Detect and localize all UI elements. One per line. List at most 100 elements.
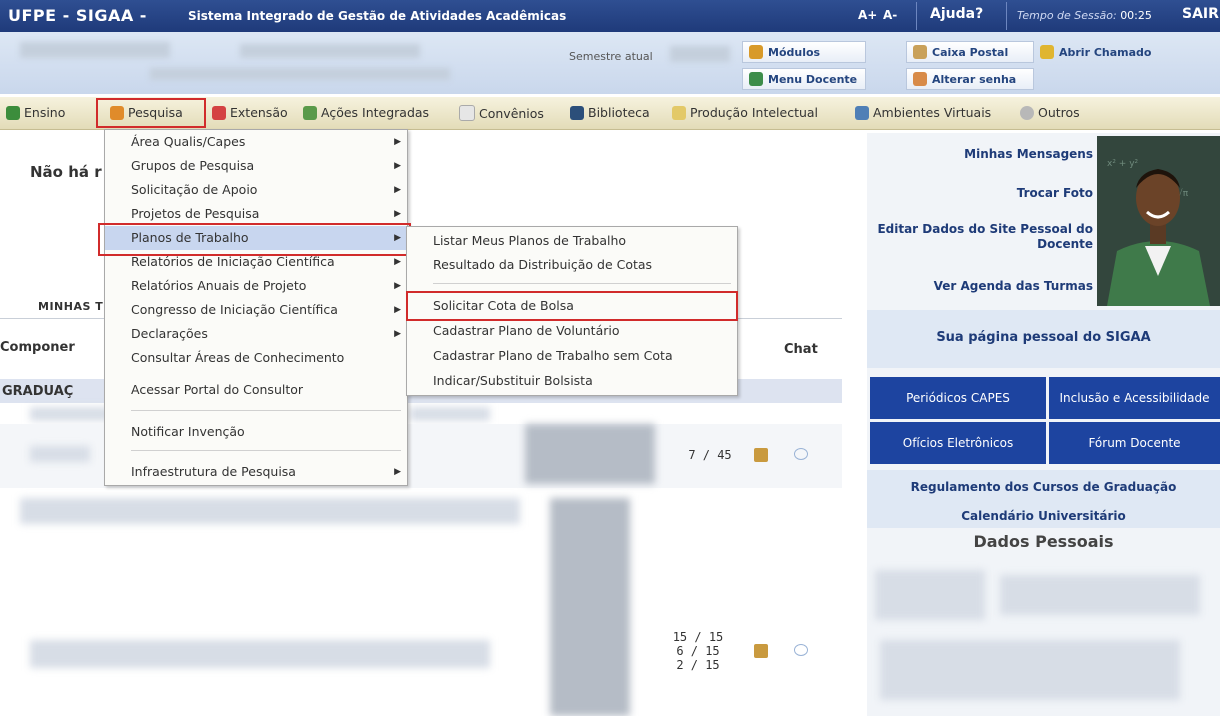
menu-convenios-label: Convênios xyxy=(479,105,544,121)
submenu-item-cadastrar-sem-cota[interactable]: Cadastrar Plano de Trabalho sem Cota xyxy=(407,344,737,368)
title-separator xyxy=(1006,2,1007,30)
biblioteca-icon xyxy=(570,105,584,120)
menu-item-solicitacao-apoio[interactable]: Solicitação de Apoio ▶ xyxy=(105,178,407,202)
blurred-cell xyxy=(30,407,110,421)
periodicos-capes-tile[interactable]: Periódicos CAPES xyxy=(870,377,1046,419)
oficios-eletronicos-tile[interactable]: Ofícios Eletrônicos xyxy=(870,422,1046,464)
profile-photo: x² + y² √π xyxy=(1097,136,1220,306)
menu-producao-intelectual-label: Produção Intelectual xyxy=(690,105,819,120)
ver-agenda-link[interactable]: Ver Agenda das Turmas xyxy=(868,279,1093,293)
chat-bubble-icon[interactable] xyxy=(794,644,808,656)
extensao-icon xyxy=(212,105,226,120)
menu-item-consultar-areas[interactable]: Consultar Áreas de Conhecimento xyxy=(105,346,407,370)
submenu-item-resultado-distribuicao[interactable]: Resultado da Distribuição de Cotas xyxy=(407,253,737,277)
menu-convenios[interactable]: Convênios xyxy=(459,105,544,121)
pagina-pessoal-link[interactable]: Sua página pessoal do SIGAA xyxy=(867,330,1220,345)
menu-extensao[interactable]: Extensão xyxy=(212,105,288,120)
row-count: 7 / 45 xyxy=(688,448,732,462)
menu-biblioteca-label: Biblioteca xyxy=(588,105,650,120)
menu-item-infraestrutura[interactable]: Infraestrutura de Pesquisa ▶ xyxy=(105,460,407,484)
menu-ensino-label: Ensino xyxy=(24,105,66,120)
flag-icon[interactable] xyxy=(754,448,768,462)
caixa-postal-label: Caixa Postal xyxy=(932,45,1009,59)
inclusao-acessibilidade-tile[interactable]: Inclusão e Acessibilidade xyxy=(1049,377,1220,419)
modulos-button[interactable]: Módulos xyxy=(742,41,866,63)
menu-item-relatorios-anuais[interactable]: Relatórios Anuais de Projeto ▶ xyxy=(105,274,407,298)
section-graduacao-label: GRADUAÇ xyxy=(2,384,74,399)
submenu-item-label: Resultado da Distribuição de Cotas xyxy=(433,257,653,272)
menu-item-portal-consultor[interactable]: Acessar Portal do Consultor xyxy=(105,378,407,402)
menu-producao-intelectual[interactable]: Produção Intelectual xyxy=(672,105,818,120)
menu-acoes-integradas[interactable]: Ações Integradas xyxy=(303,105,429,120)
session-label: Tempo de Sessão: xyxy=(1017,9,1117,22)
chevron-right-icon: ▶ xyxy=(394,161,401,171)
menu-item-label: Acessar Portal do Consultor xyxy=(131,382,304,397)
menu-divider xyxy=(131,410,401,411)
chevron-right-icon: ▶ xyxy=(394,467,401,477)
producao-intelectual-icon xyxy=(672,105,686,120)
minhas-mensagens-link[interactable]: Minhas Mensagens xyxy=(868,147,1093,161)
blurred-cell xyxy=(410,407,490,421)
flag-icon[interactable] xyxy=(754,644,768,658)
chevron-right-icon: ▶ xyxy=(394,185,401,195)
font-decrease-button[interactable]: A- xyxy=(883,8,897,22)
blurred-cell xyxy=(30,446,90,462)
menu-divider xyxy=(131,450,401,451)
tab-minhas-turmas[interactable]: MINHAS T xyxy=(38,300,103,313)
menu-ambientes-virtuais[interactable]: Ambientes Virtuais xyxy=(855,105,991,120)
chevron-right-icon: ▶ xyxy=(394,305,401,315)
chevron-right-icon: ▶ xyxy=(394,137,401,147)
blurred-user-unit xyxy=(240,44,420,58)
menu-item-notificar-invencao[interactable]: Notificar Invenção xyxy=(105,420,407,444)
font-increase-button[interactable]: A+ xyxy=(858,8,877,22)
app-subtitle: Sistema Integrado de Gestão de Atividade… xyxy=(188,9,567,23)
trocar-foto-link[interactable]: Trocar Foto xyxy=(868,186,1093,200)
mailbox-icon xyxy=(913,45,927,59)
menu-pesquisa[interactable]: Pesquisa xyxy=(110,105,183,120)
chevron-right-icon: ▶ xyxy=(394,329,401,339)
no-messages-text: Não há r xyxy=(30,163,102,181)
submenu-item-indicar-bolsista[interactable]: Indicar/Substituir Bolsista xyxy=(407,369,737,393)
submenu-item-label: Listar Meus Planos de Trabalho xyxy=(433,233,627,248)
ensino-icon xyxy=(6,105,20,120)
menu-item-area-qualis[interactable]: Área Qualis/Capes ▶ xyxy=(105,130,407,154)
abrir-chamado-label: Abrir Chamado xyxy=(1059,45,1152,59)
menu-item-label: Consultar Áreas de Conhecimento xyxy=(131,350,345,365)
chat-bubble-icon[interactable] xyxy=(794,448,808,460)
menu-outros[interactable]: Outros xyxy=(1020,105,1080,120)
profile-photo-image: x² + y² √π xyxy=(1097,136,1220,306)
logout-button[interactable]: SAIR xyxy=(1182,6,1219,22)
submenu-item-label: Indicar/Substituir Bolsista xyxy=(433,373,593,388)
menu-biblioteca[interactable]: Biblioteca xyxy=(570,105,650,120)
app-brand: UFPE - SIGAA - xyxy=(8,6,147,25)
menu-docente-button[interactable]: Menu Docente xyxy=(742,68,866,90)
menu-item-grupos-pesquisa[interactable]: Grupos de Pesquisa ▶ xyxy=(105,154,407,178)
main-menu-bar: Ensino Pesquisa Extensão Ações Integrada… xyxy=(0,97,1220,130)
modulos-icon xyxy=(749,45,763,59)
menu-ensino[interactable]: Ensino xyxy=(6,105,65,120)
password-icon xyxy=(913,72,927,86)
calendario-link[interactable]: Calendário Universitário xyxy=(867,509,1220,523)
user-info-bar: Semestre atual Módulos Caixa Postal Abri… xyxy=(0,32,1220,94)
menu-docente-label: Menu Docente xyxy=(768,72,858,86)
help-link[interactable]: Ajuda? xyxy=(930,6,983,22)
menu-item-label: Infraestrutura de Pesquisa xyxy=(131,464,296,479)
menu-item-congresso-iniciacao[interactable]: Congresso de Iniciação Científica ▶ xyxy=(105,298,407,322)
svg-text:x² + y²: x² + y² xyxy=(1107,159,1139,169)
regulamento-link[interactable]: Regulamento dos Cursos de Graduação xyxy=(867,480,1220,494)
pesquisa-icon xyxy=(110,105,124,120)
menu-item-declaracoes[interactable]: Declarações ▶ xyxy=(105,322,407,346)
alterar-senha-button[interactable]: Alterar senha xyxy=(906,68,1034,90)
submenu-item-cadastrar-voluntario[interactable]: Cadastrar Plano de Voluntário xyxy=(407,319,737,343)
abrir-chamado-button[interactable]: Abrir Chamado xyxy=(1034,41,1214,63)
menu-pesquisa-label: Pesquisa xyxy=(128,105,183,120)
forum-docente-tile[interactable]: Fórum Docente xyxy=(1049,422,1220,464)
chevron-right-icon: ▶ xyxy=(394,281,401,291)
submenu-item-listar-planos[interactable]: Listar Meus Planos de Trabalho xyxy=(407,229,737,253)
caixa-postal-button[interactable]: Caixa Postal xyxy=(906,41,1034,63)
blurred-semestre-value xyxy=(670,46,730,62)
editar-dados-link[interactable]: Editar Dados do Site Pessoal do Docente xyxy=(868,222,1093,252)
blurred-user-name xyxy=(20,42,170,58)
menu-acoes-integradas-label: Ações Integradas xyxy=(321,105,430,120)
table-row[interactable]: 15 / 15 6 / 15 2 / 15 xyxy=(0,620,842,690)
